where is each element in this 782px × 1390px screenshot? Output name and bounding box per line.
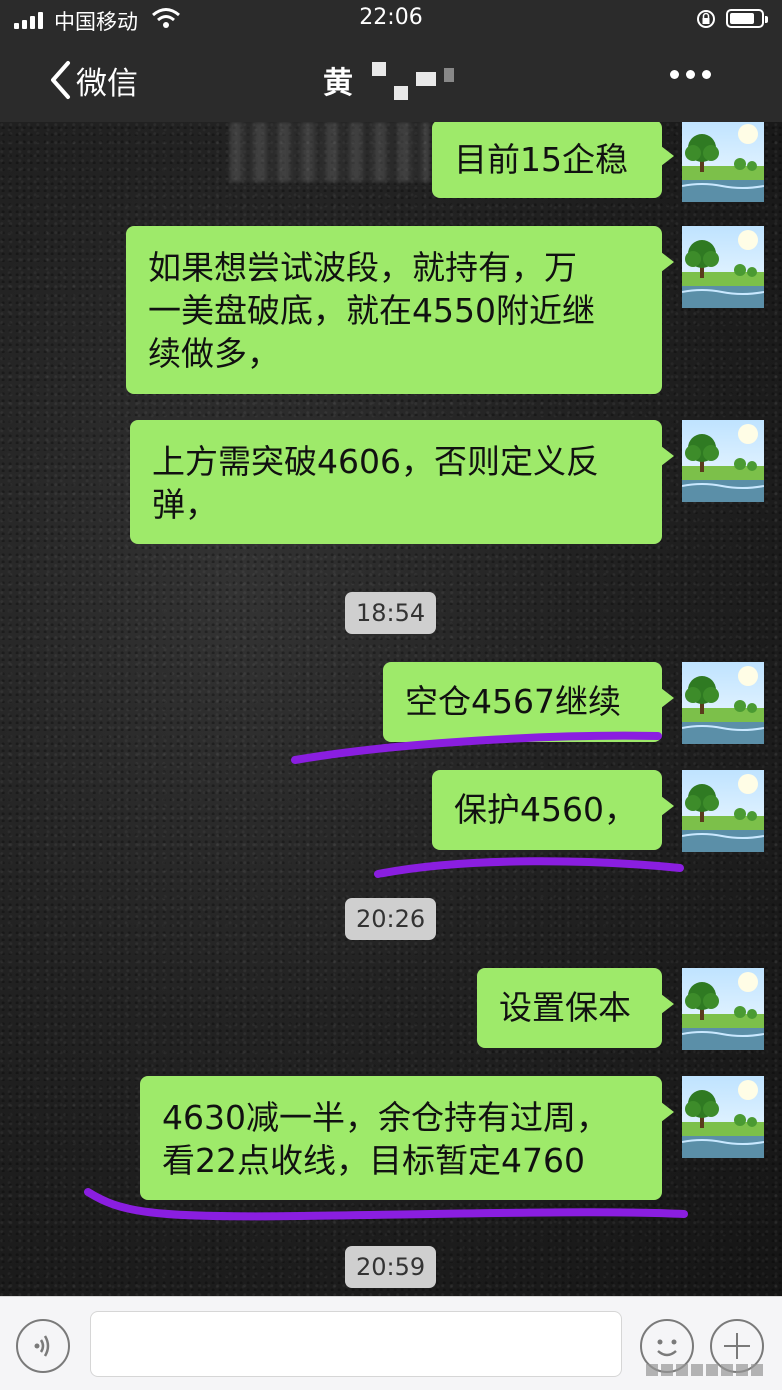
ellipsis-icon: [670, 70, 679, 79]
wechat-chat-screen: 中国移动 22:06 微信 黄 目前15企稳 如果想尝试波段，就持有，万 一美盘…: [0, 0, 782, 1390]
message-timestamp: 18:54: [345, 592, 437, 634]
blurred-region: [230, 122, 430, 182]
message-bubble[interactable]: 如果想尝试波段，就持有，万 一美盘破底，就在4550附近继 续做多，: [126, 226, 674, 394]
chat-message-list[interactable]: 目前15企稳 如果想尝试波段，就持有，万 一美盘破底，就在4550附近继 续做多…: [0, 122, 782, 1296]
message-bubble[interactable]: 4630减一半，余仓持有过周， 看22点收线，目标暂定4760: [140, 1076, 674, 1200]
message-timestamp: 20:26: [345, 898, 437, 940]
more-options-button[interactable]: [670, 70, 711, 79]
message-bubble[interactable]: 设置保本: [477, 968, 674, 1048]
voice-icon: [34, 1335, 50, 1357]
user-avatar[interactable]: [682, 1076, 764, 1158]
message-bubble[interactable]: 上方需突破4606，否则定义反 弹，: [130, 420, 674, 544]
user-avatar[interactable]: [682, 226, 764, 308]
message-bubble[interactable]: 目前15企稳: [432, 122, 674, 198]
status-time: 22:06: [359, 5, 423, 30]
rotation-lock-icon: [696, 9, 716, 35]
status-bar: 中国移动 22:06: [0, 0, 782, 40]
watermark-pattern: [646, 1364, 763, 1376]
battery-icon: [726, 9, 768, 28]
message-bubble[interactable]: 空仓4567继续: [383, 662, 674, 742]
redacted-name-mask: [372, 62, 454, 100]
user-avatar[interactable]: [682, 662, 764, 744]
user-avatar[interactable]: [682, 770, 764, 852]
message-timestamp: 20:59: [345, 1246, 437, 1288]
nav-bar: 微信 黄: [0, 40, 782, 122]
user-avatar[interactable]: [682, 968, 764, 1050]
user-avatar[interactable]: [682, 122, 764, 202]
voice-button[interactable]: [16, 1319, 70, 1373]
chat-title-text: 黄: [323, 66, 355, 101]
message-input[interactable]: [90, 1311, 622, 1377]
user-avatar[interactable]: [682, 420, 764, 502]
message-bubble[interactable]: 保护4560，: [432, 770, 674, 850]
